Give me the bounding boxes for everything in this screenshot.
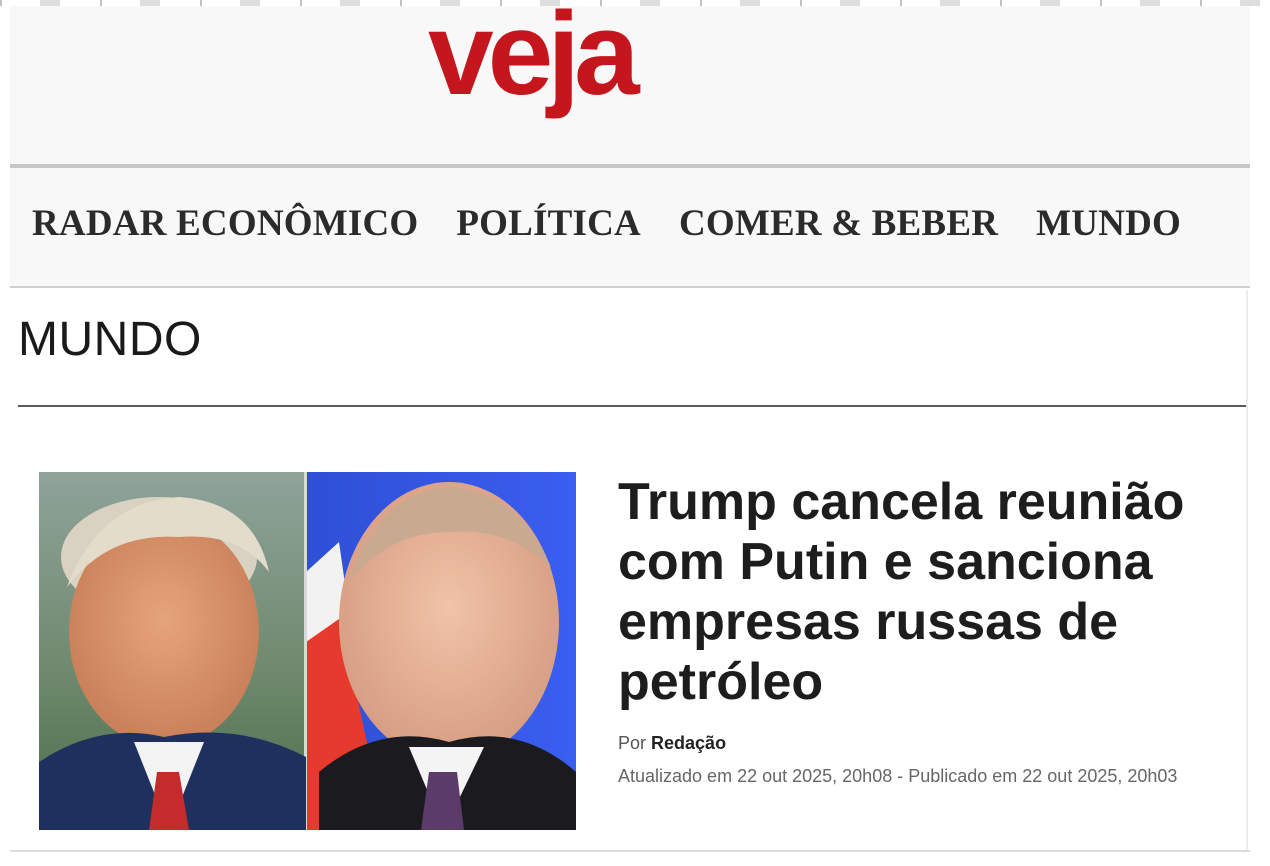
content-edge <box>1246 290 1248 850</box>
author-link[interactable]: Redação <box>651 733 726 753</box>
article-image[interactable] <box>39 472 576 830</box>
bottom-rule <box>10 850 1250 852</box>
section-rule <box>18 405 1248 407</box>
article-headline[interactable]: Trump cancela reunião com Putin e sancio… <box>618 472 1218 712</box>
site-header: veja <box>10 6 1250 164</box>
veja-logo[interactable]: veja <box>428 6 732 136</box>
nav-item-comer-beber[interactable]: COMER & BEBER <box>679 202 998 245</box>
article-byline: Por Redação <box>618 733 726 754</box>
article-dates: Atualizado em 22 out 2025, 20h08 - Publi… <box>618 766 1178 786</box>
byline-prefix: Por <box>618 733 647 753</box>
section-title: MUNDO <box>18 313 202 366</box>
logo-text: veja <box>428 6 641 120</box>
nav-item-mundo[interactable]: MUNDO <box>1036 202 1181 245</box>
nav-item-politica[interactable]: POLÍTICA <box>456 202 641 245</box>
nav-item-radar-economico[interactable]: RADAR ECONÔMICO <box>32 202 418 245</box>
nav-divider <box>10 286 1250 288</box>
page: veja RADAR ECONÔMICO POLÍTICA COMER & BE… <box>0 0 1270 866</box>
photo-trump-putin-icon <box>39 472 576 830</box>
nav-list: RADAR ECONÔMICO POLÍTICA COMER & BEBER M… <box>32 202 1219 245</box>
main-nav: RADAR ECONÔMICO POLÍTICA COMER & BEBER M… <box>10 168 1250 286</box>
